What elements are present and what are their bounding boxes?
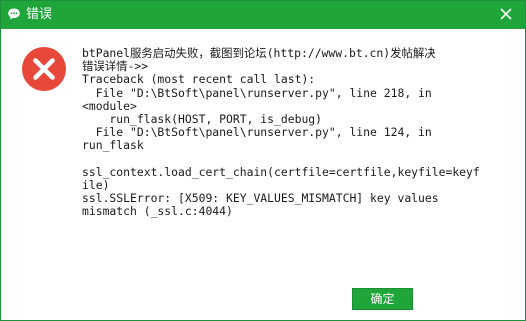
message-line: Traceback (most recent call last): <box>82 72 316 87</box>
window-title: 错误 <box>26 7 53 22</box>
chat-bubble-icon <box>8 8 20 20</box>
error-message: btPanel服务启动失败，截图到论坛(http://www.bt.cn)发帖解… <box>82 46 502 219</box>
error-x-icon <box>22 47 66 91</box>
message-line: ssl_context.load_cert_chain(certfile=cer… <box>82 164 480 179</box>
close-button[interactable] <box>495 3 517 25</box>
title-bar: 错误 <box>1 1 525 29</box>
message-line: File "D:\BtSoft\panel\runserver.py", lin… <box>82 125 432 140</box>
error-dialog: 错误 btPanel服务启动失败，截图到论坛(http://www.bt.cn)… <box>0 0 526 321</box>
message-line: File "D:\BtSoft\panel\runserver.py", lin… <box>82 85 432 100</box>
close-icon <box>500 8 512 20</box>
message-line: mismatch (_ssl.c:4044) <box>82 204 233 219</box>
message-line: <module> <box>82 98 137 113</box>
message-line: run_flask <box>82 138 144 153</box>
ok-button[interactable]: 确定 <box>352 288 413 310</box>
